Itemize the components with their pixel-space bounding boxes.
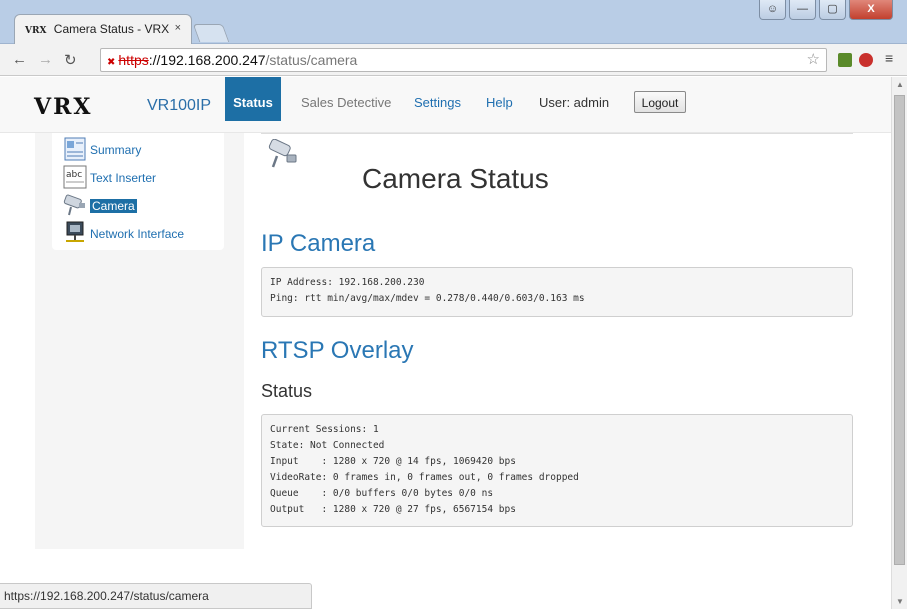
ip-camera-info: IP Address: 192.168.200.230 Ping: rtt mi… xyxy=(261,267,853,317)
tab-close-icon[interactable]: × xyxy=(175,22,181,34)
bookmark-star-icon[interactable]: ☆ xyxy=(807,50,820,68)
window-user-icon[interactable]: ☺ xyxy=(759,0,786,20)
status-bar-url: https://192.168.200.247/status/camera xyxy=(0,583,312,609)
web-page: VRX VR100IP Status Sales Detective Setti… xyxy=(0,77,891,609)
url-host: ://192.168.200.247 xyxy=(148,52,266,68)
forward-arrow-icon[interactable]: → xyxy=(38,51,53,68)
extension-check-icon[interactable] xyxy=(838,53,852,67)
sidebar-item-label: Network Interface xyxy=(90,227,185,241)
network-icon xyxy=(66,221,84,242)
sidebar-panel: Summary abc Text Inserter Camera Network… xyxy=(52,133,224,250)
minimize-button[interactable]: — xyxy=(789,0,816,20)
nav-help[interactable]: Help xyxy=(486,95,513,110)
sidebar-item-label: Camera xyxy=(90,199,137,213)
rtsp-status-info: Current Sessions: 1 State: Not Connected… xyxy=(261,414,853,527)
window-controls: ☺ — ▢ X xyxy=(759,0,893,22)
sidebar-item-network-interface[interactable]: Network Interface xyxy=(66,221,185,251)
page-title: Camera Status xyxy=(362,163,549,194)
user-label: User: admin xyxy=(539,95,610,110)
text-inserter-icon: abc xyxy=(63,165,87,189)
rtsp-overlay-heading: RTSP Overlay xyxy=(261,337,414,364)
sidebar-item-label: Summary xyxy=(90,143,142,157)
nav-settings[interactable]: Settings xyxy=(414,95,461,110)
extension-opera-icon[interactable] xyxy=(859,53,873,67)
back-arrow-icon[interactable]: ← xyxy=(12,51,27,68)
vertical-scrollbar[interactable]: ▲ ▼ xyxy=(891,77,907,609)
brand-logo[interactable]: VRX xyxy=(34,94,92,120)
browser-toolbar: ← → ↻ ✖ https://192.168.200.247/status/ca… xyxy=(0,44,907,76)
maximize-button[interactable]: ▢ xyxy=(819,0,846,20)
sidebar-item-label: Text Inserter xyxy=(90,171,157,185)
insecure-lock-icon: ✖ xyxy=(107,57,116,68)
nav-sales-detective[interactable]: Sales Detective xyxy=(301,95,391,110)
tab-title: Camera Status - VRX xyxy=(53,22,170,36)
status-heading: Status xyxy=(261,381,313,401)
close-window-button[interactable]: X xyxy=(849,0,893,20)
reload-icon[interactable]: ↻ xyxy=(64,51,77,69)
top-navbar: VRX VR100IP Status Sales Detective Setti… xyxy=(0,77,891,133)
camera-icon xyxy=(63,194,85,216)
divider xyxy=(261,133,853,134)
scrollbar-thumb[interactable] xyxy=(894,95,905,565)
scroll-up-icon[interactable]: ▲ xyxy=(896,80,904,89)
window-titlebar: VRX Camera Status - VRX × ☺ — ▢ X xyxy=(0,0,907,44)
menu-hamburger-icon[interactable]: ≡ xyxy=(885,50,893,66)
sidebar: Summary abc Text Inserter Camera Network… xyxy=(35,133,244,549)
svg-text:abc: abc xyxy=(66,170,82,180)
logout-button[interactable]: Logout xyxy=(634,91,686,113)
summary-icon xyxy=(64,137,86,161)
url-scheme: https xyxy=(118,52,149,68)
sidebar-item-summary[interactable]: Summary xyxy=(64,137,142,167)
browser-tab[interactable]: VRX Camera Status - VRX × xyxy=(14,14,192,44)
new-tab-button[interactable] xyxy=(192,24,230,42)
scroll-down-icon[interactable]: ▼ xyxy=(896,597,904,606)
url-path: /status/camera xyxy=(265,52,358,68)
nav-status[interactable]: Status xyxy=(225,77,281,121)
camera-icon xyxy=(268,139,297,168)
sidebar-item-camera[interactable]: Camera xyxy=(63,194,137,223)
address-bar[interactable]: ✖ https://192.168.200.247/status/camera ☆ xyxy=(100,48,827,72)
brand-model[interactable]: VR100IP xyxy=(147,97,211,115)
vrx-favicon-icon: VRX xyxy=(25,26,47,36)
sidebar-item-text-inserter[interactable]: abc Text Inserter xyxy=(63,165,157,195)
ip-camera-heading: IP Camera xyxy=(261,230,376,257)
